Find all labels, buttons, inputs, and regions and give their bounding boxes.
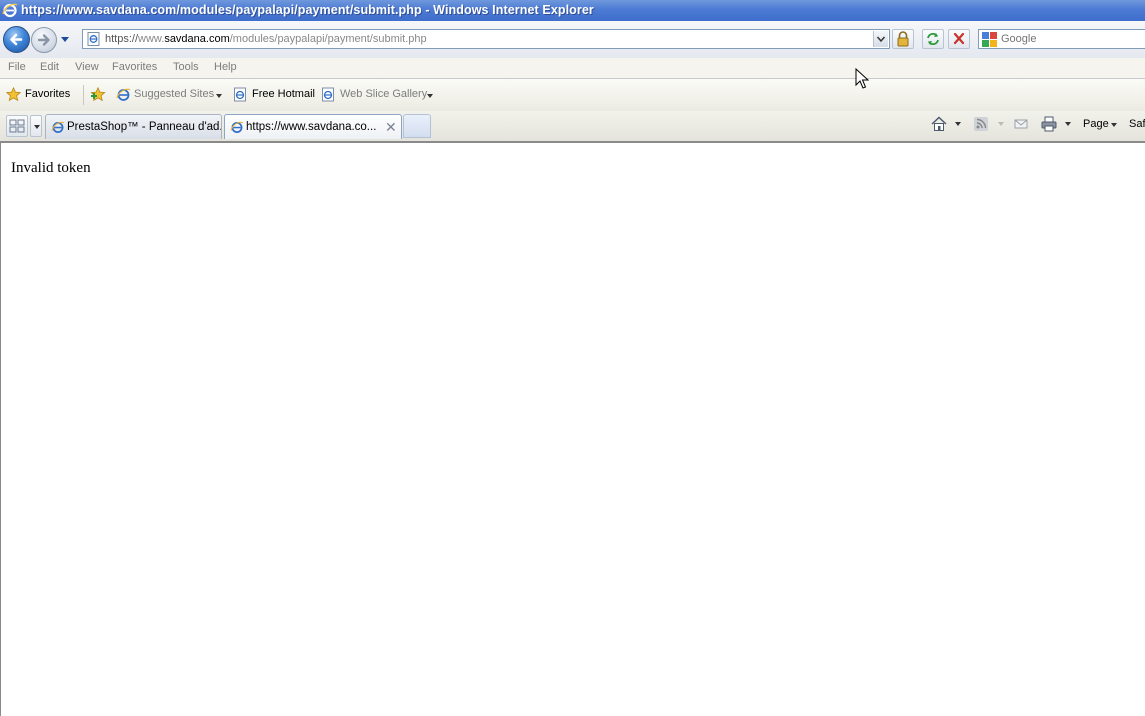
home-icon[interactable] [930, 115, 948, 133]
address-bar[interactable]: https://www.savdana.com/modules/paypalap… [82, 29, 890, 49]
new-tab-button[interactable] [403, 114, 431, 138]
tab-bar: PrestaShop™ - Panneau d'ad... https://ww… [0, 111, 1145, 141]
chevron-down-icon [876, 36, 886, 43]
menu-view[interactable]: View [75, 61, 99, 73]
add-to-favorites-icon[interactable] [90, 87, 107, 102]
tab-list-dropdown[interactable] [30, 115, 42, 137]
ie-page-icon [322, 87, 334, 102]
forward-arrow-icon [37, 34, 50, 46]
mouse-cursor-icon [855, 68, 869, 89]
ie-logo-icon [2, 3, 18, 18]
suggested-sites-link[interactable]: Suggested Sites [134, 88, 214, 100]
quick-tabs-icon [9, 119, 25, 133]
page-content: Invalid token [0, 141, 1145, 716]
web-slice-gallery-link[interactable]: Web Slice Gallery [340, 88, 427, 100]
safety-menu-button[interactable]: Saf [1129, 118, 1145, 130]
refresh-icon [927, 33, 939, 45]
search-box[interactable] [978, 29, 1145, 49]
address-dropdown-button[interactable] [873, 31, 888, 47]
recent-pages-dropdown-icon[interactable] [60, 36, 70, 44]
title-bar: https://www.savdana.com/modules/paypalap… [0, 0, 1145, 21]
menu-file[interactable]: File [8, 61, 26, 73]
page-dropdown-icon[interactable] [1111, 123, 1117, 127]
page-icon [87, 32, 100, 46]
home-dropdown-icon[interactable] [955, 122, 961, 126]
back-button[interactable] [3, 26, 30, 53]
quick-tabs-button[interactable] [6, 115, 28, 137]
address-url[interactable]: https://www.savdana.com/modules/paypalap… [105, 33, 427, 45]
menu-edit[interactable]: Edit [40, 61, 59, 73]
window-title: https://www.savdana.com/modules/paypalap… [21, 3, 594, 17]
security-lock-button[interactable] [892, 29, 914, 49]
error-message: Invalid token [11, 160, 91, 176]
stop-button[interactable] [948, 29, 970, 49]
google-icon [982, 32, 997, 47]
search-input[interactable] [1001, 32, 1141, 46]
suggested-sites-dropdown-icon[interactable] [216, 94, 222, 98]
url-www: www. [138, 33, 165, 45]
chevron-down-icon [34, 125, 40, 129]
mail-icon[interactable] [1012, 115, 1030, 133]
url-path: /modules/paypalapi/payment/submit.php [229, 33, 427, 45]
page-menu-button[interactable]: Page [1083, 118, 1109, 130]
menu-help[interactable]: Help [214, 61, 237, 73]
free-hotmail-link[interactable]: Free Hotmail [252, 88, 315, 100]
url-scheme: https:// [105, 33, 139, 45]
tab-label: PrestaShop™ - Panneau d'ad... [67, 121, 222, 133]
favorites-bar: Favorites Suggested Sites Free Hotmail W… [0, 79, 1145, 111]
menu-tools[interactable]: Tools [173, 61, 199, 73]
print-dropdown-icon[interactable] [1065, 122, 1071, 126]
close-tab-icon[interactable]: ✕ [385, 119, 397, 136]
menu-favorites[interactable]: Favorites [112, 61, 157, 73]
back-arrow-icon [10, 33, 23, 46]
close-icon [953, 32, 965, 45]
favorites-button[interactable]: Favorites [25, 88, 70, 100]
refresh-button[interactable] [922, 29, 944, 49]
ie-page-icon [230, 121, 244, 133]
toolbar-separator [83, 85, 84, 105]
star-icon [6, 87, 21, 102]
web-slice-dropdown-icon[interactable] [427, 94, 433, 98]
ie-page-icon [234, 87, 246, 102]
menu-bar: File Edit View Favorites Tools Help [0, 58, 1145, 79]
forward-button[interactable] [31, 27, 57, 53]
ie-page-icon [51, 121, 65, 133]
feeds-icon[interactable] [972, 115, 990, 133]
feeds-dropdown-icon[interactable] [998, 122, 1004, 126]
tab-prestashop[interactable]: PrestaShop™ - Panneau d'ad... [45, 114, 222, 139]
tab-label: https://www.savdana.co... [246, 121, 377, 133]
tab-savdana[interactable]: https://www.savdana.co... ✕ [224, 114, 402, 139]
lock-icon [897, 31, 909, 47]
url-host: savdana.com [164, 33, 230, 45]
print-icon[interactable] [1040, 115, 1058, 133]
ie-page-icon [116, 88, 131, 101]
